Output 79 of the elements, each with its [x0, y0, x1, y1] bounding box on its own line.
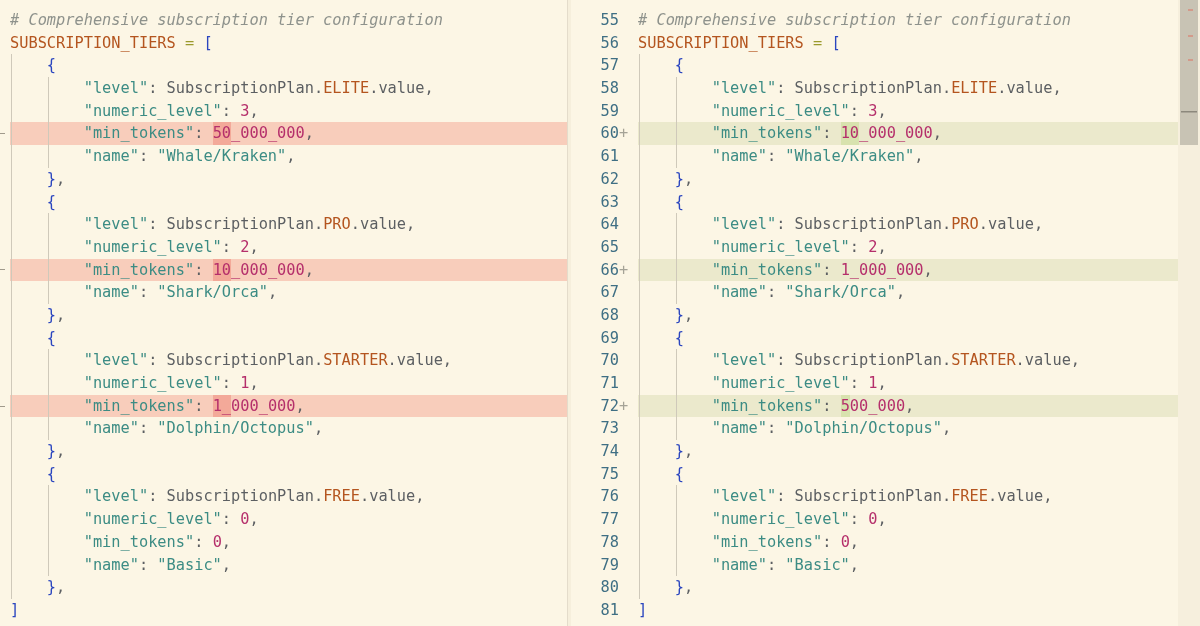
code-line: "min_tokens": 0, — [10, 530, 567, 554]
added-line-marker: + — [619, 396, 629, 415]
code-line: { — [10, 326, 567, 350]
line-number: 81 — [599, 599, 619, 621]
code-line: }, — [638, 440, 1178, 463]
line-number: 57 — [599, 55, 619, 77]
code-line: "level": SubscriptionPlan.ELITE.value, — [638, 77, 1178, 100]
code-line: # Comprehensive subscription tier configuration — [638, 10, 1072, 31]
code-line: "name": "Dolphin/Octopus", — [10, 417, 567, 441]
code-line: "name": "Whale/Kraken", — [10, 145, 567, 168]
code-line: "name": "Basic", — [10, 553, 567, 577]
code-line: "numeric_level": 2, — [10, 235, 567, 259]
code-line: }, — [10, 440, 567, 463]
line-number: 78 — [599, 531, 619, 553]
code-line: { — [638, 190, 1178, 214]
code-line: "numeric_level": 1, — [638, 372, 1178, 395]
code-line: }, — [638, 303, 1178, 327]
code-line: "level": SubscriptionPlan.PRO.value, — [10, 213, 567, 236]
code-line: "name": "Shark/Orca", — [638, 281, 1178, 304]
code-line: "name": "Basic", — [638, 553, 1178, 577]
line-number: 66 — [599, 259, 619, 281]
code-line: }, — [638, 576, 1178, 599]
code-line: SUBSCRIPTION_TIERS = [ — [638, 32, 842, 54]
code-line: { — [638, 326, 1178, 350]
code-line: { — [638, 54, 1178, 78]
code-line: }, — [10, 303, 567, 327]
code-line: "level": SubscriptionPlan.FREE.value, — [638, 485, 1178, 509]
code-line: # Comprehensive subscription tier configuration — [10, 10, 444, 31]
line-number: 74 — [599, 441, 619, 463]
line-number: 62 — [599, 168, 619, 190]
code-line: { — [10, 190, 567, 214]
code-line: "name": "Shark/Orca", — [10, 281, 567, 304]
line-number: 63 — [599, 191, 619, 213]
line-number: 68 — [599, 304, 619, 326]
code-line: "min_tokens": 0, — [638, 530, 1178, 554]
code-line: }, — [638, 167, 1178, 191]
code-line: "numeric_level": 0, — [638, 508, 1178, 531]
code-line: }, — [10, 576, 567, 599]
code-line: "level": SubscriptionPlan.ELITE.value, — [10, 77, 567, 100]
code-line: { — [10, 462, 567, 486]
code-line: SUBSCRIPTION_TIERS = [ — [10, 32, 214, 54]
line-number: 60 — [599, 123, 619, 145]
code-line: "level": SubscriptionPlan.STARTER.value, — [638, 349, 1178, 372]
code-line: "name": "Whale/Kraken", — [638, 145, 1178, 168]
line-number: 61 — [599, 146, 619, 168]
code-line: "numeric_level": 3, — [10, 99, 567, 123]
added-line-marker: + — [619, 260, 629, 279]
line-number: 67 — [599, 282, 619, 304]
code-line: { — [10, 54, 567, 78]
scrollbar[interactable] — [1178, 0, 1200, 626]
code-line: "level": SubscriptionPlan.FREE.value, — [10, 485, 567, 509]
line-number: 77 — [599, 509, 619, 531]
line-number: 71 — [599, 373, 619, 394]
line-number: 69 — [599, 327, 619, 349]
code-line: "level": SubscriptionPlan.PRO.value, — [638, 213, 1178, 236]
line-number: 55 — [599, 10, 619, 31]
line-number: 58 — [599, 78, 619, 100]
code-line: { — [638, 462, 1178, 486]
added-line-marker: + — [619, 124, 629, 143]
line-number: 79 — [599, 554, 619, 576]
code-line: }, — [10, 167, 567, 191]
line-number: 56 — [599, 32, 619, 54]
code-line: ] — [638, 599, 649, 621]
line-number: 59 — [599, 100, 619, 122]
line-number: 80 — [599, 577, 619, 599]
line-number: 65 — [599, 236, 619, 258]
code-line: "numeric_level": 1, — [10, 372, 567, 395]
code-line: ] — [10, 599, 21, 621]
line-number: 64 — [599, 214, 619, 236]
code-line: "numeric_level": 2, — [638, 235, 1178, 259]
code-line: "numeric_level": 3, — [638, 99, 1178, 123]
line-number: 75 — [599, 463, 619, 485]
line-number: 76 — [599, 486, 619, 508]
code-line: "level": SubscriptionPlan.STARTER.value, — [10, 349, 567, 372]
code-line: "name": "Dolphin/Octopus", — [638, 417, 1178, 441]
line-number: 72 — [599, 395, 619, 417]
code-line: "numeric_level": 0, — [10, 508, 567, 531]
line-number: 70 — [599, 350, 619, 372]
line-number: 73 — [599, 418, 619, 440]
